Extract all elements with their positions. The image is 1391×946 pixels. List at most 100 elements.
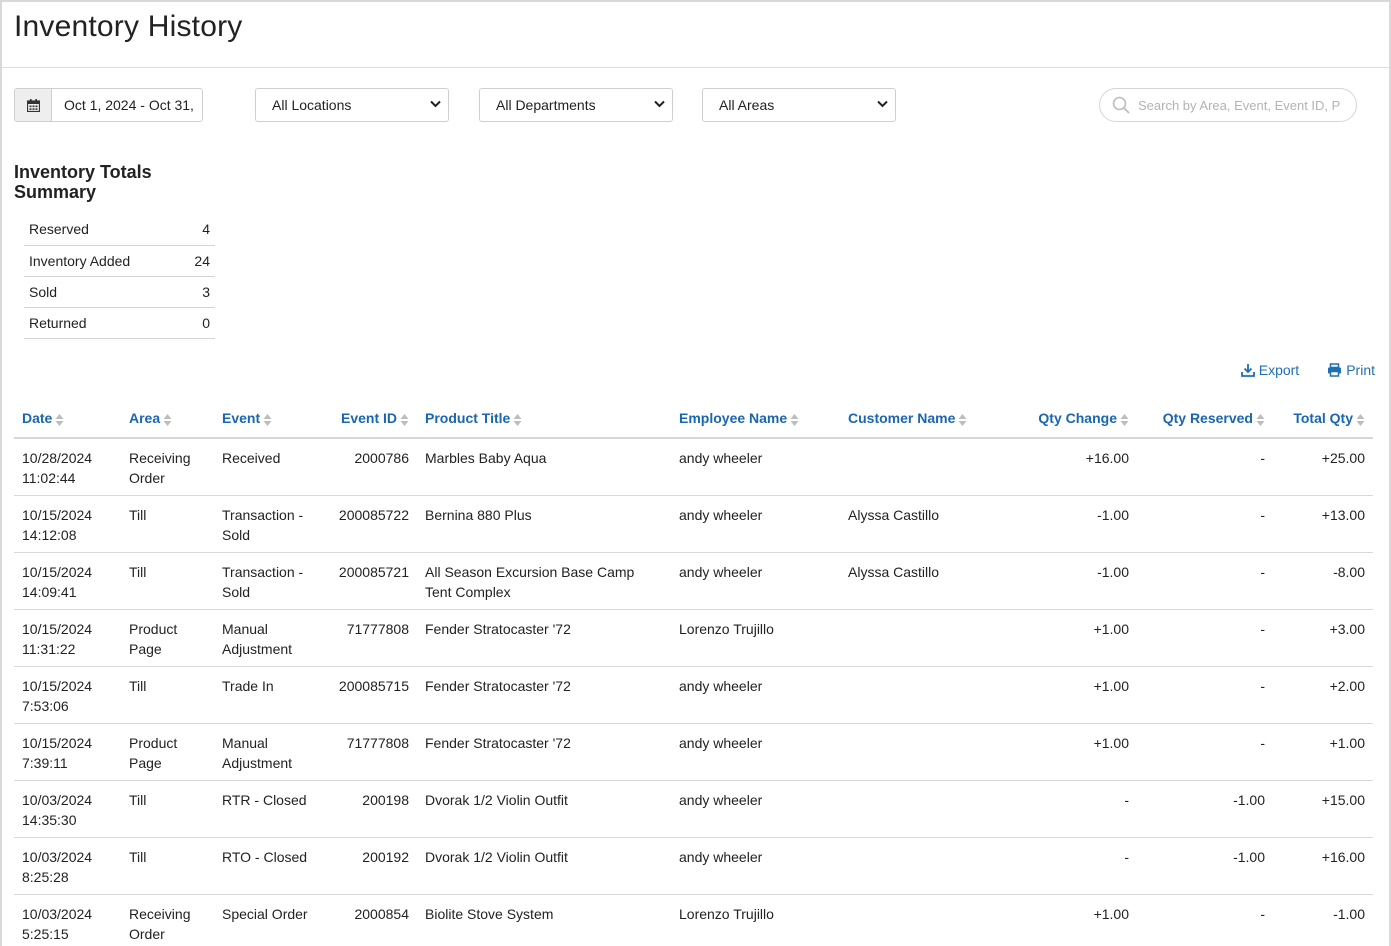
cell-date: 10/28/2024 11:02:44 xyxy=(14,438,121,496)
sort-icon xyxy=(163,413,172,426)
cell-employee-name: andy wheeler xyxy=(671,780,840,838)
cell-qty-change: +1.00 xyxy=(985,894,1137,946)
cell-customer-name: Alyssa Castillo xyxy=(840,495,985,553)
cell-date: 10/15/2024 14:12:08 xyxy=(14,495,121,553)
sort-icon xyxy=(263,413,272,426)
column-header-date[interactable]: Date xyxy=(14,400,121,439)
table-row[interactable]: 10/15/2024 7:39:11 Product Page Manual Adj… xyxy=(14,723,1373,781)
cell-customer-name xyxy=(840,723,985,781)
export-label: Export xyxy=(1258,362,1300,378)
summary-label: Sold xyxy=(24,276,180,308)
search-input[interactable]: Search by Area, Event, Event ID, P xyxy=(1099,88,1357,122)
cell-product-title: Fender Stratocaster '72 xyxy=(417,666,671,724)
cell-event-id: 2000786 xyxy=(330,438,417,496)
cell-product-title: Marbles Baby Aqua xyxy=(417,438,671,496)
cell-qty-change: - xyxy=(985,837,1137,895)
cell-qty-reserved: - xyxy=(1137,723,1273,781)
cell-qty-reserved: - xyxy=(1137,894,1273,946)
column-header-customer-name[interactable]: Customer Name xyxy=(840,400,985,439)
cell-event: RTR - Closed xyxy=(214,780,330,838)
cell-product-title: Biolite Stove System xyxy=(417,894,671,946)
cell-event: Received xyxy=(214,438,330,496)
search-icon xyxy=(1112,96,1130,114)
table-row[interactable]: 10/15/2024 14:12:08 Till Transaction - Sol… xyxy=(14,495,1373,553)
column-header-employee-name[interactable]: Employee Name xyxy=(671,400,840,439)
column-header-event-id[interactable]: Event ID xyxy=(330,400,417,439)
cell-total-qty: +25.00 xyxy=(1273,438,1373,496)
cell-qty-change: +1.00 xyxy=(985,723,1137,781)
cell-event-id: 200085721 xyxy=(330,552,417,610)
cell-area: Till xyxy=(121,552,214,610)
column-header-qty-reserved[interactable]: Qty Reserved xyxy=(1137,400,1273,439)
cell-customer-name xyxy=(840,666,985,724)
table-actions: Export Print xyxy=(1240,362,1375,378)
department-select[interactable]: All Departments xyxy=(479,88,673,122)
print-button[interactable]: Print xyxy=(1327,362,1375,378)
cell-date: 10/15/2024 7:39:11 xyxy=(14,723,121,781)
cell-event-id: 2000854 xyxy=(330,894,417,946)
cell-qty-reserved: - xyxy=(1137,609,1273,667)
sort-icon xyxy=(790,413,799,426)
table-row[interactable]: 10/03/2024 8:25:28 Till RTO - Closed 200192… xyxy=(14,837,1373,895)
table-row[interactable]: 10/03/2024 14:35:30 Till RTR - Closed 20019… xyxy=(14,780,1373,838)
cell-qty-reserved: -1.00 xyxy=(1137,780,1273,838)
cell-event-id: 71777808 xyxy=(330,609,417,667)
table-row[interactable]: 10/15/2024 7:53:06 Till Trade In 200085715 F… xyxy=(14,666,1373,724)
table-row[interactable]: 10/03/2024 5:25:15 Receiving Order Special… xyxy=(14,894,1373,946)
cell-area: Receiving Order xyxy=(121,894,214,946)
cell-customer-name xyxy=(840,894,985,946)
cell-qty-reserved: - xyxy=(1137,666,1273,724)
summary-title: Inventory Totals Summary xyxy=(14,162,152,202)
filter-bar: Oct 1, 2024 - Oct 31, All Locations All … xyxy=(14,88,1389,124)
area-select[interactable]: All Areas xyxy=(702,88,896,122)
print-label: Print xyxy=(1346,362,1375,378)
cell-employee-name: andy wheeler xyxy=(671,438,840,496)
download-icon xyxy=(1240,364,1255,377)
cell-area: Receiving Order xyxy=(121,438,214,496)
cell-event: Transaction - Sold xyxy=(214,552,330,610)
summary-value: 0 xyxy=(179,307,215,339)
export-button[interactable]: Export xyxy=(1240,362,1300,378)
cell-customer-name: Alyssa Castillo xyxy=(840,552,985,610)
table-row[interactable]: 10/15/2024 14:09:41 Till Transaction - Sol… xyxy=(14,552,1373,610)
summary-label: Reserved xyxy=(24,214,180,246)
sort-icon xyxy=(55,413,64,426)
cell-customer-name xyxy=(840,837,985,895)
date-range-input[interactable]: Oct 1, 2024 - Oct 31, xyxy=(52,89,194,121)
column-header-qty-change[interactable]: Qty Change xyxy=(985,400,1137,439)
summary-table: Reserved 4 Inventory Added 24 Sold 3 Returned 0 xyxy=(24,214,215,339)
location-select[interactable]: All Locations xyxy=(255,88,449,122)
cell-qty-change: -1.00 xyxy=(985,495,1137,553)
sort-icon xyxy=(513,413,522,426)
cell-product-title: Dvorak 1/2 Violin Outfit xyxy=(417,837,671,895)
column-header-event[interactable]: Event xyxy=(214,400,330,439)
cell-employee-name: andy wheeler xyxy=(671,723,840,781)
column-header-product-title[interactable]: Product Title xyxy=(417,400,671,439)
chevron-down-icon xyxy=(877,100,888,108)
calendar-icon[interactable] xyxy=(15,89,52,121)
cell-area: Product Page xyxy=(121,723,214,781)
cell-qty-change: +1.00 xyxy=(985,666,1137,724)
cell-product-title: All Season Excursion Base Camp Tent Comp… xyxy=(417,552,671,610)
cell-total-qty: -8.00 xyxy=(1273,552,1373,610)
column-header-area[interactable]: Area xyxy=(121,400,214,439)
cell-area: Product Page xyxy=(121,609,214,667)
cell-date: 10/15/2024 7:53:06 xyxy=(14,666,121,724)
cell-total-qty: +15.00 xyxy=(1273,780,1373,838)
table-row[interactable]: 10/15/2024 11:31:22 Product Page Manual Ad… xyxy=(14,609,1373,667)
cell-customer-name xyxy=(840,609,985,667)
summary-value: 24 xyxy=(179,245,215,277)
chevron-down-icon xyxy=(430,100,441,108)
app-frame: Inventory History Oct 1, 2024 - Oct 31, xyxy=(0,0,1391,946)
cell-qty-reserved: - xyxy=(1137,552,1273,610)
table-row[interactable]: 10/28/2024 11:02:44 Receiving Order Receiv… xyxy=(14,438,1373,496)
cell-qty-change: -1.00 xyxy=(985,552,1137,610)
date-range-picker[interactable]: Oct 1, 2024 - Oct 31, xyxy=(14,88,203,122)
sort-icon xyxy=(1256,413,1265,426)
column-header-total-qty[interactable]: Total Qty xyxy=(1273,400,1373,439)
sort-icon xyxy=(1356,413,1365,426)
cell-date: 10/03/2024 8:25:28 xyxy=(14,837,121,895)
cell-total-qty: +16.00 xyxy=(1273,837,1373,895)
summary-row: Reserved 4 xyxy=(24,214,215,246)
sort-icon xyxy=(1120,413,1129,426)
